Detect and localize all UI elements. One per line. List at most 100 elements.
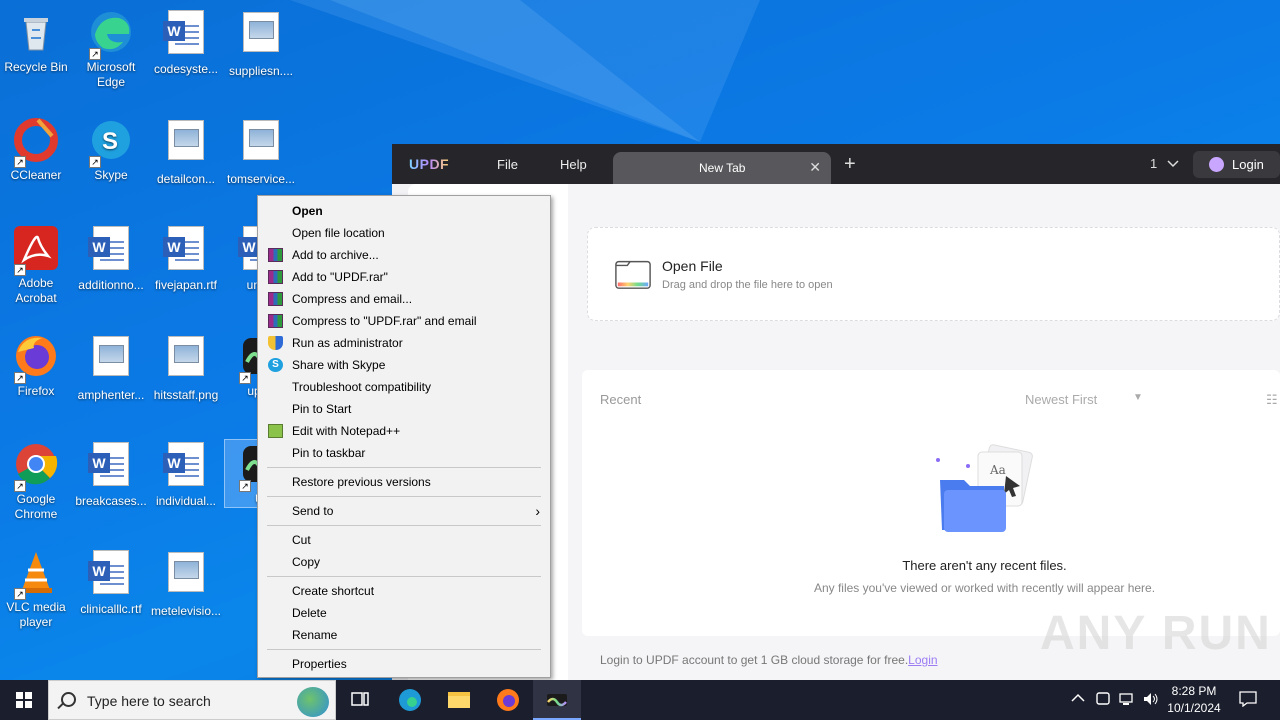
- taskbar-clock[interactable]: 8:28 PM 10/1/2024: [1160, 683, 1228, 717]
- search-icon: [61, 692, 76, 707]
- shortcut-arrow-icon: ↗: [14, 372, 26, 384]
- desktop-icon[interactable]: ↗ VLC media player: [0, 548, 72, 630]
- context-menu-item[interactable]: Add to archive...: [258, 244, 550, 266]
- desktop-icon[interactable]: metelevisio...: [150, 548, 222, 619]
- context-menu-item[interactable]: Properties: [258, 653, 550, 675]
- context-menu-item[interactable]: Troubleshoot compatibility: [258, 376, 550, 398]
- desktop-icon-label: hitsstaff.png: [153, 388, 219, 402]
- desktop-icon[interactable]: ↗ CCleaner: [0, 116, 72, 183]
- desktop-icon[interactable]: Recycle Bin: [0, 8, 72, 75]
- uac-shield-icon: [268, 336, 283, 350]
- taskbar-file-explorer[interactable]: [435, 680, 483, 720]
- menu-item-label: Troubleshoot compatibility: [292, 380, 431, 394]
- new-tab-button[interactable]: +: [844, 153, 856, 176]
- menu-item-label: Pin to taskbar: [292, 446, 366, 460]
- context-menu-item[interactable]: Cut: [258, 529, 550, 551]
- desktop-icon[interactable]: suppliesn....: [225, 8, 297, 79]
- word-doc-icon: W: [88, 442, 129, 486]
- context-menu-item[interactable]: Run as administrator: [258, 332, 550, 354]
- context-menu-item[interactable]: Pin to taskbar: [258, 442, 550, 464]
- context-menu-item[interactable]: Edit with Notepad++: [258, 420, 550, 442]
- taskbar: Type here to search 8:28 PM 10/1/2024: [0, 680, 1280, 720]
- winrar-icon: [268, 270, 283, 284]
- login-button[interactable]: Login: [1193, 151, 1280, 178]
- shortcut-arrow-icon: ↗: [239, 372, 251, 384]
- desktop-icon[interactable]: ↗ Microsoft Edge: [75, 8, 147, 90]
- desktop-icon[interactable]: Wbreakcases...: [75, 440, 147, 509]
- image-file-icon: [168, 552, 204, 592]
- menu-item-label: Compress and email...: [292, 292, 413, 306]
- context-menu-item[interactable]: Compress and email...: [258, 288, 550, 310]
- menu-item-label: Send to: [292, 504, 334, 518]
- search-placeholder: Type here to search: [87, 693, 211, 709]
- desktop-icon[interactable]: Wcodesyste...: [150, 8, 222, 77]
- desktop-icon[interactable]: S ↗ Skype: [75, 116, 147, 183]
- empty-files-illustration: Aa: [936, 444, 1033, 532]
- show-hidden-icons[interactable]: [1071, 691, 1085, 706]
- sort-select[interactable]: Newest First ▼: [1025, 392, 1143, 407]
- context-menu-item[interactable]: Delete: [258, 602, 550, 624]
- task-view-button[interactable]: [336, 680, 384, 720]
- footer-login-link[interactable]: Login: [908, 653, 937, 667]
- menu-item-label: Pin to Start: [292, 402, 352, 416]
- empty-title: There aren't any recent files.: [902, 558, 1067, 573]
- desktop-icon[interactable]: ↗ Adobe Acrobat: [0, 224, 72, 306]
- open-file-card[interactable]: Open File Drag and drop the file here to…: [587, 227, 1280, 321]
- desktop-icon[interactable]: tomservice...: [225, 116, 297, 187]
- desktop-icon[interactable]: ↗ Firefox: [0, 332, 72, 399]
- desktop-icon[interactable]: detailcon...: [150, 116, 222, 187]
- context-menu-item[interactable]: Open file location: [258, 222, 550, 244]
- taskbar-edge[interactable]: [386, 680, 434, 720]
- desktop-icon[interactable]: hitsstaff.png: [150, 332, 222, 403]
- network-tray[interactable]: [1119, 691, 1135, 710]
- menu-item-label: Create shortcut: [292, 584, 375, 598]
- context-menu-item[interactable]: Pin to Start: [258, 398, 550, 420]
- word-doc-icon: W: [163, 442, 204, 486]
- desktop-icon[interactable]: Wfivejapan.rtf: [150, 224, 222, 293]
- menu-item-label: Copy: [292, 555, 321, 569]
- notifications-button[interactable]: [1239, 691, 1257, 710]
- recycle-bin-icon: [12, 8, 60, 56]
- taskbar-search[interactable]: Type here to search: [48, 680, 336, 720]
- folder-icon: [448, 692, 470, 708]
- tab-new[interactable]: New Tab ✕: [613, 152, 831, 184]
- list-view-icon[interactable]: ☷: [1266, 392, 1278, 408]
- svg-text:S: S: [102, 128, 118, 155]
- context-menu-item[interactable]: S Share with Skype: [258, 354, 550, 376]
- window-count-select[interactable]: 1: [1150, 156, 1179, 171]
- menu-help[interactable]: Help: [560, 157, 587, 172]
- desktop-icon[interactable]: Wadditionno...: [75, 224, 147, 293]
- context-menu-item[interactable]: Copy: [258, 551, 550, 573]
- context-menu-item[interactable]: Send to ›: [258, 500, 550, 522]
- winrar-icon: [268, 314, 283, 328]
- anyrun-watermark: ANY RUN: [1040, 607, 1272, 660]
- winrar-icon: [268, 292, 283, 306]
- volume-tray[interactable]: [1142, 691, 1160, 710]
- context-menu-item[interactable]: Restore previous versions: [258, 471, 550, 493]
- avatar-icon: [1209, 157, 1224, 172]
- context-menu-item[interactable]: Open: [258, 200, 550, 222]
- context-menu-item[interactable]: Rename: [258, 624, 550, 646]
- menu-file[interactable]: File: [497, 157, 518, 172]
- desktop-icon[interactable]: ↗ Google Chrome: [0, 440, 72, 522]
- image-file-icon: [168, 120, 204, 160]
- context-menu-item[interactable]: Add to "UPDF.rar": [258, 266, 550, 288]
- taskbar-updf[interactable]: [533, 680, 581, 720]
- desktop-icon[interactable]: amphenter...: [75, 332, 147, 403]
- tab-close-icon[interactable]: ✕: [809, 159, 821, 176]
- context-menu-item[interactable]: Compress to "UPDF.rar" and email: [258, 310, 550, 332]
- tray-app-icon: [1096, 692, 1110, 705]
- menu-item-label: Add to archive...: [292, 248, 379, 262]
- tray-app[interactable]: [1096, 691, 1110, 710]
- taskbar-firefox[interactable]: [484, 680, 532, 720]
- menu-separator: [267, 496, 541, 497]
- chevron-down-icon: [1167, 160, 1179, 168]
- firefox-icon: [497, 689, 519, 711]
- updf-titlebar: UPDF File Help New Tab ✕ + 1 Login: [392, 144, 1280, 184]
- context-menu-item[interactable]: Create shortcut: [258, 580, 550, 602]
- desktop-icon[interactable]: Wclinicalllc.rtf: [75, 548, 147, 617]
- open-file-subtitle: Drag and drop the file here to open: [662, 279, 833, 291]
- desktop-icon[interactable]: Windividual...: [150, 440, 222, 509]
- start-button[interactable]: [0, 680, 48, 720]
- image-file-icon: [243, 12, 279, 52]
